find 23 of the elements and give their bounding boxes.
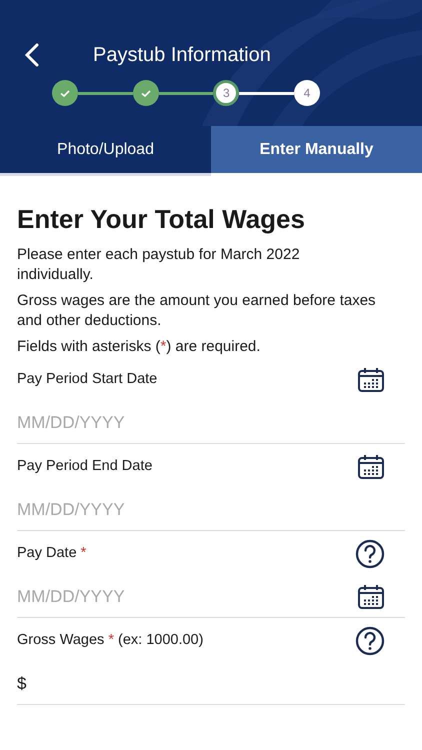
date-input[interactable]: MM/DD/YYYY [17,410,385,436]
page-heading: Enter Your Total Wages [17,203,306,235]
calendar-icon[interactable] [357,454,385,480]
calendar-icon[interactable] [357,584,385,610]
field-label: Pay Period Start Date [17,370,158,390]
help-icon[interactable] [355,539,385,569]
tab[interactable]: Enter Manually [211,126,422,176]
step-indicator: 4 [294,80,320,106]
instruction-text: Please enter each paystub for March 2022 individually. [17,245,301,285]
screen-title: Paystub Information [93,43,271,68]
field-label: Pay Period End Date [17,457,152,476]
date-input[interactable]: MM/DD/YYYY [17,584,357,610]
back-icon[interactable] [24,43,40,67]
help-icon[interactable] [355,626,385,656]
instruction-text: Gross wages are the amount you earned before taxes and other deductions. [17,291,377,331]
field-label: Gross Wages * (ex: 1000.00) [17,631,204,650]
field-label: Pay Date * [17,544,86,564]
tab[interactable]: Photo/Upload [0,126,211,176]
calendar-icon[interactable] [357,367,385,393]
step-indicator: 3 [213,80,240,106]
date-input[interactable]: MM/DD/YYYY [17,497,385,523]
currency-prefix: $ [17,673,26,696]
required-note: Fields with asterisks (*) are required. [17,337,262,357]
